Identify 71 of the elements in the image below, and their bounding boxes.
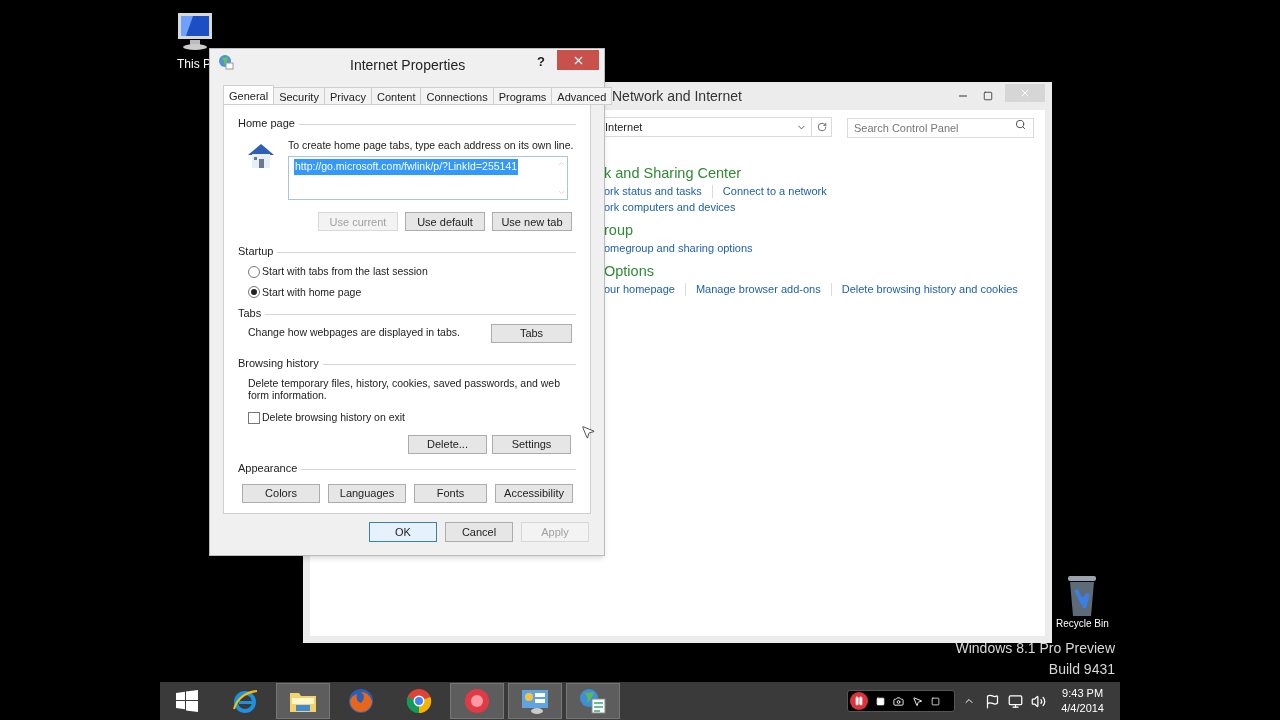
radio-button[interactable] — [248, 286, 260, 299]
watermark-text: Windows 8.1 Pro Preview — [955, 639, 1115, 658]
globe-checklist-icon[interactable] — [578, 687, 608, 715]
pause-icon[interactable] — [854, 696, 865, 706]
task-link[interactable]: Connect to a network — [722, 182, 827, 200]
chrome-circle-icon[interactable] — [405, 687, 433, 715]
record-icon[interactable] — [463, 687, 491, 715]
maximize-icon[interactable] — [983, 91, 993, 101]
tab[interactable]: Privacy — [323, 87, 372, 105]
network-icon[interactable] — [1008, 693, 1024, 709]
group-label: Browsing history — [238, 355, 319, 371]
dialog-title: Internet Properties — [350, 56, 466, 75]
dialog-button[interactable]: Fonts — [414, 483, 487, 503]
task-link[interactable]: our homepage — [604, 280, 675, 298]
section-heading[interactable]: Options — [604, 261, 1045, 281]
camera-icon[interactable] — [893, 695, 905, 707]
task-link[interactable]: ork status and tasks — [604, 182, 702, 200]
task-link[interactable]: ork computers and devices — [604, 198, 736, 216]
refresh-button[interactable] — [812, 117, 832, 137]
radio-label[interactable]: Start with tabs from the last session — [262, 263, 428, 280]
dialog-button[interactable]: OK — [369, 522, 437, 542]
group-label: Startup — [238, 244, 274, 260]
radio-label[interactable]: Start with home page — [262, 284, 362, 301]
desktop-icon-label[interactable]: Recycle Bin — [1056, 618, 1109, 629]
stop-icon[interactable] — [876, 696, 886, 706]
task-link[interactable]: Delete browsing history and cookies — [841, 280, 1018, 298]
search-field[interactable]: Search Control Panel — [847, 118, 1034, 138]
checkbox-label[interactable]: Delete browsing history on exit — [262, 410, 405, 426]
cursor-icon[interactable] — [912, 695, 924, 707]
radio-button[interactable] — [248, 265, 260, 278]
dialog-button[interactable]: Settings — [492, 435, 571, 454]
tab[interactable]: Advanced — [551, 87, 613, 105]
dialog-button[interactable]: Delete... — [408, 435, 487, 454]
task-link[interactable]: omegroup and sharing options — [604, 239, 753, 257]
clock-date: 4/4/2014 — [1061, 701, 1104, 716]
browser-e-icon[interactable] — [231, 687, 259, 715]
globe-icon — [218, 54, 234, 70]
window-title: Network and Internet — [612, 86, 742, 106]
restore-icon[interactable] — [931, 696, 941, 706]
volume-icon[interactable] — [1031, 693, 1047, 709]
group-label: Tabs — [238, 306, 262, 322]
tab[interactable]: Security — [273, 87, 325, 105]
refresh-icon[interactable] — [816, 122, 827, 132]
tab[interactable]: Programs — [492, 87, 553, 105]
group-label: Appearance — [238, 461, 298, 476]
clock-time: 9:43 PM — [1062, 686, 1104, 701]
control-panel-icon[interactable] — [520, 687, 550, 715]
search-icon[interactable] — [1015, 119, 1026, 130]
fox-globe-icon[interactable] — [347, 687, 375, 715]
tab[interactable]: General — [223, 85, 275, 105]
flag-icon[interactable] — [985, 693, 1001, 709]
section-heading[interactable]: roup — [604, 220, 1045, 240]
section-heading[interactable]: k and Sharing Center — [604, 163, 1045, 183]
dialog-button[interactable]: Accessibility — [495, 483, 573, 503]
instruction-text: To create home page tabs, type each address on its own line. — [288, 137, 574, 153]
tabs-description: Change how webpages are displayed in tabs. — [248, 325, 460, 341]
clock[interactable]: 9:43 PM 4/4/2014 — [1061, 686, 1104, 716]
checkbox[interactable] — [248, 412, 260, 425]
watermark-text: Build 9431 — [1048, 660, 1115, 679]
dialog-button[interactable]: Use default — [405, 212, 485, 232]
group-label: Home page — [238, 116, 295, 131]
tabs-button[interactable]: Tabs — [491, 323, 572, 343]
windows-logo-icon[interactable] — [175, 689, 199, 713]
history-description: Delete temporary files, history, cookies, saved passwords, and web form information. — [248, 377, 562, 402]
dialog-button[interactable]: Colors — [242, 483, 320, 503]
pause-button[interactable] — [850, 692, 869, 710]
help-button[interactable]: ? — [537, 52, 545, 72]
dialog-button[interactable]: Use new tab — [492, 212, 572, 232]
dialog-button[interactable]: Languages — [328, 483, 406, 503]
task-link[interactable]: Manage browser add-ons — [695, 280, 821, 298]
dialog-button[interactable]: Cancel — [445, 522, 513, 542]
